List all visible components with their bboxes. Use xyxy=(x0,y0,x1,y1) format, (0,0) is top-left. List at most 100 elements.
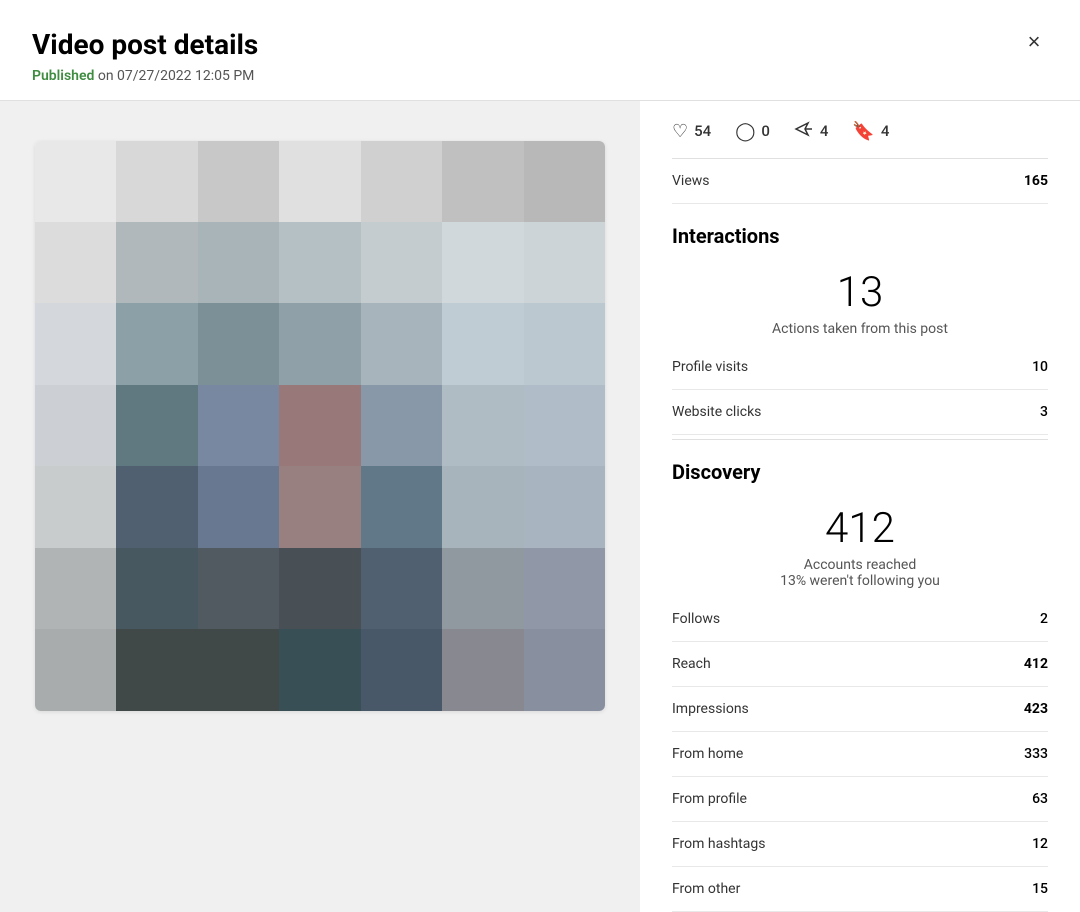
pixel-cell xyxy=(524,548,605,629)
pixel-cell xyxy=(361,222,442,303)
engagement-row: ♡ 54 ◯ 0 4 🔖 4 xyxy=(672,101,1048,159)
pixel-cell xyxy=(361,629,442,710)
views-row: Views 165 xyxy=(672,159,1048,204)
pixel-cell xyxy=(524,466,605,547)
interactions-section-header: Interactions xyxy=(672,204,1048,252)
pixel-cell xyxy=(442,548,523,629)
bookmarks-count: 4 xyxy=(881,122,890,140)
stat-value: 12 xyxy=(1032,836,1048,852)
interaction-stat-row: Website clicks 3 xyxy=(672,390,1048,435)
comments-item: ◯ 0 xyxy=(735,121,770,142)
pixel-cell xyxy=(198,303,279,384)
pixel-cell xyxy=(524,629,605,710)
discovery-stat-row: From profile 63 xyxy=(672,777,1048,822)
pixel-cell xyxy=(198,548,279,629)
views-label: Views xyxy=(672,173,710,189)
interactions-big-number-block: 13 Actions taken from this post xyxy=(672,252,1048,345)
stat-value: 412 xyxy=(1024,656,1048,672)
pixel-cell xyxy=(198,141,279,222)
post-image xyxy=(35,141,605,711)
likes-item: ♡ 54 xyxy=(672,121,711,142)
shares-count: 4 xyxy=(820,122,829,140)
interaction-stat-row: Profile visits10 xyxy=(672,345,1048,390)
pixel-cell xyxy=(361,466,442,547)
discovery-stat-row: From hashtags12 xyxy=(672,822,1048,867)
stat-value: 63 xyxy=(1032,791,1048,807)
discovery-stat-row: From other 15 xyxy=(672,867,1048,912)
pixel-cell xyxy=(198,222,279,303)
published-line: Published on 07/27/2022 12:05 PM xyxy=(32,68,1048,84)
pixel-cell xyxy=(442,222,523,303)
stat-label: Profile visits xyxy=(672,359,748,375)
pixel-cell xyxy=(116,141,197,222)
published-label: Published xyxy=(32,68,94,84)
pixel-cell xyxy=(442,629,523,710)
heart-icon: ♡ xyxy=(672,121,688,142)
discovery-big-number-label: Accounts reached xyxy=(672,557,1048,573)
views-value: 165 xyxy=(1024,173,1048,189)
stat-label: From other xyxy=(672,881,740,897)
pixel-cell xyxy=(279,629,360,710)
pixel-cell xyxy=(279,385,360,466)
pixel-cell xyxy=(279,548,360,629)
discovery-stat-row: From home 333 xyxy=(672,732,1048,777)
interactions-big-number: 13 xyxy=(672,268,1048,317)
discovery-rows: Follows2Reach412Impressions423From home3… xyxy=(672,597,1048,912)
pixel-cell xyxy=(279,466,360,547)
pixel-cell xyxy=(361,548,442,629)
pixel-cell xyxy=(279,141,360,222)
interactions-rows: Profile visits10 Website clicks 3 xyxy=(672,345,1048,435)
pixel-cell xyxy=(524,222,605,303)
shares-item: 4 xyxy=(794,121,829,142)
share-icon xyxy=(794,121,814,142)
left-panel xyxy=(0,101,640,912)
pixel-cell xyxy=(116,222,197,303)
stat-label: Reach xyxy=(672,656,711,672)
pixel-grid xyxy=(35,141,605,711)
stat-value: 3 xyxy=(1040,404,1048,420)
pixel-cell xyxy=(116,629,197,710)
discovery-section-header: Discovery xyxy=(672,440,1048,488)
stat-value: 333 xyxy=(1024,746,1048,762)
pixel-cell xyxy=(442,141,523,222)
discovery-stat-row: Impressions 423 xyxy=(672,687,1048,732)
pixel-cell xyxy=(35,466,116,547)
comments-count: 0 xyxy=(761,122,770,140)
pixel-cell xyxy=(198,385,279,466)
pixel-cell xyxy=(361,385,442,466)
pixel-cell xyxy=(116,548,197,629)
pixel-cell xyxy=(35,385,116,466)
pixel-cell xyxy=(116,385,197,466)
pixel-cell xyxy=(35,303,116,384)
pixel-cell xyxy=(524,141,605,222)
pixel-cell xyxy=(524,385,605,466)
close-button[interactable]: × xyxy=(1016,24,1052,60)
bookmark-icon: 🔖 xyxy=(852,121,874,142)
pixel-cell xyxy=(524,303,605,384)
pixel-cell xyxy=(35,629,116,710)
pixel-cell xyxy=(361,141,442,222)
bookmarks-item: 🔖 4 xyxy=(852,121,889,142)
discovery-stat-row: Reach 412 xyxy=(672,642,1048,687)
stat-label: Website clicks xyxy=(672,404,761,420)
pixel-cell xyxy=(279,222,360,303)
published-date: on 07/27/2022 12:05 PM xyxy=(98,68,255,84)
stat-label: From profile xyxy=(672,791,747,807)
pixel-cell xyxy=(442,466,523,547)
right-panel: ♡ 54 ◯ 0 4 🔖 4 xyxy=(640,101,1080,912)
discovery-big-number-block: 412 Accounts reached 13% weren't followi… xyxy=(672,488,1048,597)
pixel-cell xyxy=(35,222,116,303)
page-title: Video post details xyxy=(32,28,1048,62)
stat-label: Impressions xyxy=(672,701,749,717)
stat-label: From home xyxy=(672,746,743,762)
pixel-cell xyxy=(116,303,197,384)
interactions-big-number-label: Actions taken from this post xyxy=(672,321,1048,337)
pixel-cell xyxy=(35,141,116,222)
comment-icon: ◯ xyxy=(735,121,755,142)
stat-value: 423 xyxy=(1024,701,1048,717)
stat-value: 15 xyxy=(1032,881,1048,897)
pixel-cell xyxy=(442,385,523,466)
header: Video post details Published on 07/27/20… xyxy=(0,0,1080,100)
pixel-cell xyxy=(442,303,523,384)
main-layout: ♡ 54 ◯ 0 4 🔖 4 xyxy=(0,101,1080,912)
